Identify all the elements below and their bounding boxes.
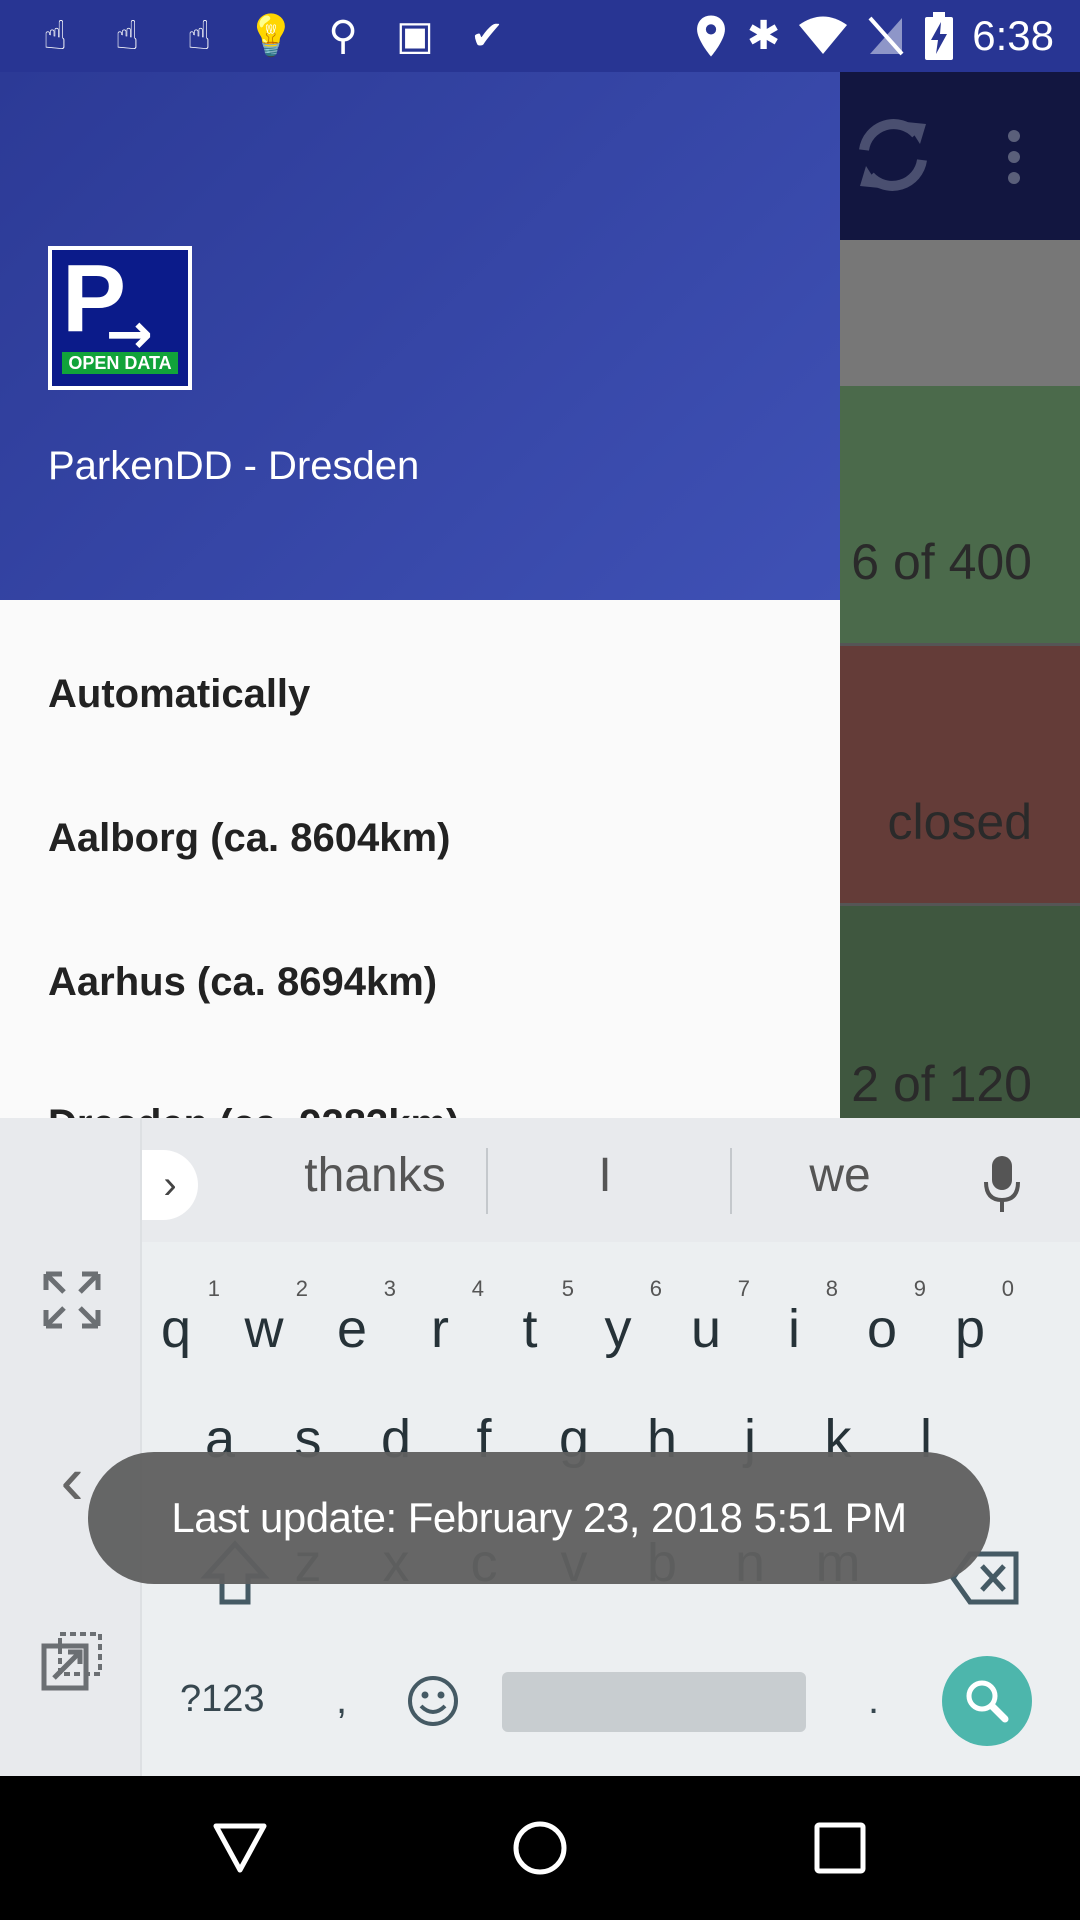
drawer-item-aalborg[interactable]: Aalborg (ca. 8604km) bbox=[48, 816, 450, 861]
key-i[interactable]: i8 bbox=[750, 1276, 838, 1360]
hand-pointer-icon: ☝ bbox=[114, 13, 140, 59]
space-key[interactable] bbox=[502, 1672, 806, 1732]
key-label: t bbox=[522, 1299, 538, 1359]
lightbulb-icon: 💡 bbox=[246, 13, 296, 59]
comma-key[interactable]: , bbox=[336, 1678, 347, 1723]
back-icon[interactable] bbox=[212, 1820, 268, 1876]
list-header bbox=[840, 240, 1080, 386]
toast-message: Last update: February 23, 2018 5:51 PM bbox=[171, 1494, 907, 1541]
refresh-icon[interactable] bbox=[848, 110, 938, 200]
key-label: u bbox=[690, 1299, 722, 1359]
drawer-title: ParkenDD - Dresden bbox=[48, 444, 420, 488]
key-p[interactable]: p0 bbox=[926, 1276, 1014, 1360]
key-label: y bbox=[604, 1299, 632, 1359]
list-item[interactable]: 6 of 400 bbox=[840, 386, 1080, 646]
emoji-icon[interactable] bbox=[406, 1674, 460, 1728]
location-icon bbox=[696, 15, 725, 57]
drawer-item-aarhus[interactable]: Aarhus (ca. 8694km) bbox=[48, 960, 437, 1005]
list-item[interactable]: 2 of 120 bbox=[840, 906, 1080, 1126]
key-number-hint: 0 bbox=[1001, 1276, 1014, 1301]
key-number-hint: 7 bbox=[737, 1276, 750, 1301]
key-number-hint: 4 bbox=[471, 1276, 484, 1301]
suggestion[interactable]: thanks bbox=[240, 1148, 510, 1203]
key-label: e bbox=[336, 1299, 368, 1359]
toast: Last update: February 23, 2018 5:51 PM bbox=[88, 1452, 990, 1584]
key-t[interactable]: t5 bbox=[486, 1276, 574, 1360]
fullscreen-icon[interactable] bbox=[40, 1268, 104, 1332]
suggestion-divider bbox=[486, 1148, 488, 1214]
recents-icon[interactable] bbox=[814, 1822, 866, 1874]
suggestion[interactable]: I bbox=[490, 1148, 720, 1203]
microphone-icon[interactable] bbox=[980, 1154, 1024, 1214]
key-label: q bbox=[160, 1299, 192, 1359]
floating-keyboard-icon[interactable] bbox=[40, 1630, 104, 1694]
overflow-menu-icon[interactable] bbox=[1000, 130, 1028, 184]
search-key[interactable] bbox=[942, 1656, 1032, 1746]
logo-caption: OPEN DATA bbox=[62, 352, 178, 374]
key-q[interactable]: q1 bbox=[132, 1276, 220, 1360]
key-e[interactable]: e3 bbox=[308, 1276, 396, 1360]
battery-charging-icon bbox=[925, 12, 954, 60]
key-number-hint: 8 bbox=[825, 1276, 838, 1301]
list-item[interactable]: closed bbox=[840, 646, 1080, 906]
home-icon[interactable] bbox=[512, 1820, 568, 1876]
key-o[interactable]: o9 bbox=[838, 1276, 926, 1360]
key-y[interactable]: y6 bbox=[574, 1276, 663, 1360]
key-u[interactable]: u7 bbox=[662, 1276, 750, 1360]
key-number-hint: 2 bbox=[295, 1276, 308, 1301]
key-label: p bbox=[954, 1299, 986, 1359]
navigation-drawer: P → OPEN DATA ParkenDD - Dresden Automat… bbox=[0, 72, 840, 1122]
lot-status: 2 of 120 bbox=[851, 1056, 1032, 1112]
drawer-header: P → OPEN DATA ParkenDD - Dresden bbox=[0, 72, 840, 600]
search-icon bbox=[966, 1680, 1009, 1723]
key-number-hint: 6 bbox=[649, 1276, 662, 1301]
wifi-icon bbox=[799, 16, 848, 54]
key-label: o bbox=[866, 1299, 898, 1359]
symbols-key[interactable]: ?123 bbox=[180, 1678, 265, 1721]
key-label: w bbox=[244, 1299, 284, 1359]
key-label: i bbox=[788, 1299, 800, 1359]
lot-status: closed bbox=[887, 794, 1032, 850]
navigation-bar bbox=[0, 1776, 1080, 1920]
keyhole-icon: ⚲ bbox=[328, 13, 358, 59]
key-number-hint: 3 bbox=[383, 1276, 396, 1301]
system-icons: ✱ 6:38 bbox=[693, 10, 1054, 62]
check-icon: ✔ bbox=[470, 13, 504, 59]
no-sim-icon bbox=[868, 16, 904, 56]
notification-icons: ☝ ☝ ☝ 💡 ⚲ ▣ ✔ bbox=[30, 12, 512, 60]
drawer-item-automatically[interactable]: Automatically bbox=[48, 672, 310, 717]
android-icon: ▣ bbox=[396, 13, 434, 59]
key-r[interactable]: r4 bbox=[396, 1276, 484, 1360]
clock: 6:38 bbox=[972, 12, 1054, 59]
suggestion[interactable]: we bbox=[730, 1148, 950, 1203]
bluetooth-icon: ✱ bbox=[746, 13, 781, 59]
key-number-hint: 9 bbox=[913, 1276, 926, 1301]
hand-pointer-icon: ☝ bbox=[186, 13, 212, 59]
status-bar: ☝ ☝ ☝ 💡 ⚲ ▣ ✔ ✱ 6:38 bbox=[0, 0, 1080, 72]
hand-pointer-icon: ☝ bbox=[42, 13, 68, 59]
soft-keyboard: › thanks I we ‹ ?123 , . q1w2e3r4t 5 y 6… bbox=[0, 1118, 1080, 1776]
period-key[interactable]: . bbox=[868, 1678, 879, 1723]
key-number-hint: 5 bbox=[561, 1276, 574, 1301]
parkendd-logo: P → OPEN DATA bbox=[48, 245, 192, 390]
key-w[interactable]: w2 bbox=[220, 1276, 309, 1360]
lot-status: 6 of 400 bbox=[851, 534, 1032, 590]
key-number-hint: 1 bbox=[207, 1276, 220, 1301]
key-label: r bbox=[431, 1299, 449, 1359]
